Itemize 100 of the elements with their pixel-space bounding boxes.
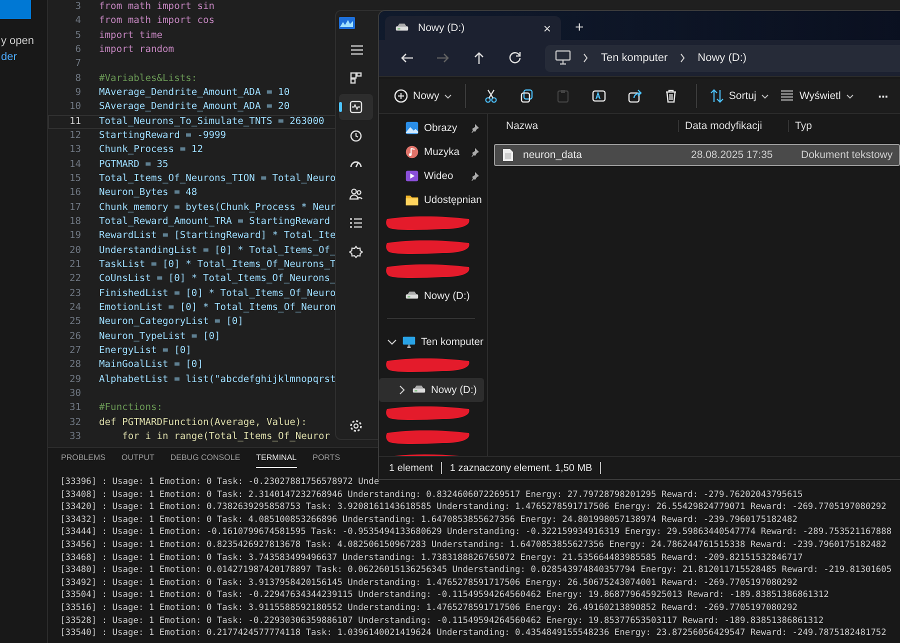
more-options-button[interactable]: ···	[866, 82, 900, 110]
line-number: 33	[68, 430, 81, 444]
column-header[interactable]: Nazwa	[488, 120, 678, 132]
nav-pane-item[interactable]: Nowy (D:)	[379, 284, 484, 308]
line-number: 23	[68, 286, 81, 301]
clipboard-icon	[556, 89, 570, 103]
new-tab-button[interactable]: +	[575, 19, 584, 40]
code-line: from math import sin	[99, 0, 215, 14]
terminal-line: [33468] : Usage: 1 Emotion: 0 Task: 3.743583499496637 Understanding: 1.7383188826765072 Energy: 21.535664483985585 Reward: -209.82151532846717	[60, 552, 803, 564]
line-number: 26	[68, 330, 81, 344]
nav-pane-item[interactable]: Ten komputer	[379, 330, 484, 354]
line-number: 13	[68, 143, 81, 158]
lines-icon	[780, 89, 794, 103]
column-header[interactable]: Data modyfikacji	[678, 120, 788, 132]
pin-icon	[470, 123, 480, 133]
code-line: #Variables&Lists:	[99, 72, 198, 86]
performance-chart-icon	[349, 100, 363, 114]
terminal-line: [33456] : Usage: 1 Emotion: 0.8235426927813678 Task: 4.082506150967283 Understanding: 1.6470853855627356 Energy: 24.786244761515338 Reward: -239.7960175182482	[60, 538, 886, 552]
settings-icon	[349, 419, 363, 433]
nav-pane-item[interactable]: Muzyka	[379, 140, 484, 164]
code-line: Chunk_Process = 12	[99, 143, 203, 158]
address-bar[interactable]: Ten komputer Nowy (D:)	[545, 44, 900, 72]
window-tab[interactable]: Nowy (D:) ×	[385, 16, 561, 40]
sort-menu-button[interactable]: Sortuj	[705, 82, 774, 110]
code-line: TaskList = [0] * Total_Items_Of_Neurons_T	[99, 258, 336, 272]
plus-circle-icon	[394, 89, 408, 103]
file-type: Dokument tekstowy	[801, 149, 893, 161]
code-line: Neuron_TypeList = [0]	[99, 330, 220, 344]
new-menu-button[interactable]: Nowy	[389, 82, 458, 110]
panel-tab[interactable]: OUTPUT	[121, 453, 154, 467]
history-icon	[349, 129, 363, 143]
sidebar-link[interactable]: der	[1, 51, 17, 63]
modified-date: 28.08.2025 17:35	[691, 149, 773, 161]
breadcrumb-item[interactable]: Ten komputer	[601, 52, 668, 64]
nav-pane-item[interactable]: Nowy (D:)	[379, 378, 484, 402]
close-tab-button[interactable]: ×	[543, 20, 551, 36]
terminal-line: [33492] : Usage: 1 Emotion: 0 Task: 3.9137958420156145 Understanding: 1.4765278591717506 Energy: 26.50675243074001 Reward: -269.7705197080292	[60, 576, 798, 590]
code-line: MAverage_Dendrite_Amount_ADA = 10	[99, 86, 290, 100]
status-text: 1 zaznaczony element. 1,50 MB	[450, 462, 592, 474]
code-line: MainGoalList = [0]	[99, 358, 203, 372]
breadcrumb-item[interactable]: Nowy (D:)	[698, 52, 747, 64]
line-number: 28	[68, 358, 81, 372]
line-number: 10	[68, 100, 81, 114]
code-line: RewardList = [StartingReward] * Total_Ite	[99, 229, 336, 244]
code-line: FinishedList = [0] * Total_Items_Of_Neuro	[99, 286, 336, 301]
list-icon	[349, 216, 363, 230]
sort-arrows-icon	[710, 89, 724, 103]
code-line: import random	[99, 42, 174, 57]
line-number: 24	[68, 300, 81, 315]
menu-icon	[351, 45, 363, 55]
dashboard-icon	[349, 71, 363, 85]
terminal-line: [33540] : Usage: 1 Emotion: 0.2177424577774118 Task: 1.0396140021419624 Understanding: 0.4354849155548236 Energy: 23.87256056429547 Reward: -249.7875182481752	[60, 627, 886, 640]
code-line: def PGTMARDFunction(Average, Value):	[99, 416, 307, 430]
code-line: for i in range(Total_Items_Of_Neuror	[121, 430, 330, 444]
column-header[interactable]: Typ	[788, 120, 900, 132]
forward-arrow-icon	[436, 51, 450, 65]
line-number: 22	[68, 272, 81, 286]
users-icon	[349, 187, 363, 201]
share-icon	[628, 89, 642, 103]
rename-icon	[592, 89, 606, 103]
code-line: CoUnsList = [0] * Total_Items_Of_Neurons_	[99, 272, 336, 286]
code-line: import time	[99, 28, 163, 43]
code-line: SAverage_Dendrite_Amount_ADA = 20	[99, 100, 290, 114]
line-number: 27	[68, 344, 81, 358]
line-number: 25	[68, 315, 81, 330]
line-number: 3	[74, 0, 81, 14]
terminal-line: [33408] : Usage: 1 Emotion: 0 Task: 2.3140147232768946 Understanding: 0.8324606072269517 Energy: 27.79728798201295 Reward: -279.76202043795615	[60, 488, 803, 502]
nav-pane-item[interactable]: Wideo	[379, 164, 484, 188]
code-line: AlphabetList = list("abcdefghijklmnopqrst	[99, 372, 336, 387]
file-row[interactable]: neuron_data 28.08.2025 17:35 Dokument tekstowy	[494, 144, 900, 166]
code-line: PGTMARD = 35	[99, 158, 168, 172]
nav-item[interactable]	[339, 94, 373, 120]
line-number: 5	[74, 28, 81, 43]
panel-tab[interactable]: DEBUG CONSOLE	[170, 453, 240, 467]
line-number: 9	[74, 86, 81, 100]
nav-pane-item[interactable]: Udostępnian	[379, 188, 484, 212]
code-line: Total_Items_Of_Neurons_TION = Total_Neuro	[99, 172, 336, 186]
monitor-icon	[555, 50, 571, 66]
terminal-line: [33420] : Usage: 1 Emotion: 0.7382639295858753 Task: 3.9208161143618585 Understanding: 1.4765278591717506 Energy: 26.55429824779071 Reward: -269.7705197080292	[60, 501, 886, 514]
nav-pane-item[interactable]: Obrazy	[379, 116, 484, 140]
panel-tab[interactable]: TERMINAL	[256, 453, 297, 468]
caret-icon	[444, 94, 452, 98]
music-note-icon	[405, 145, 419, 159]
view-menu-button[interactable]: Wyświetl	[776, 82, 858, 110]
line-number: 31	[68, 401, 81, 416]
line-number: 15	[68, 172, 81, 186]
code-line: Total_Neurons_To_Simulate_TNTS = 263000	[99, 114, 324, 129]
line-number: 14	[68, 158, 81, 172]
line-number: 21	[68, 258, 81, 272]
line-number: 7	[74, 57, 81, 72]
code-line: Total_Reward_Amount_TRA = StartingReward	[99, 214, 330, 229]
chart-logo-icon	[339, 17, 355, 29]
chevron-right-icon	[583, 53, 589, 63]
pin-icon	[470, 147, 480, 157]
panel-tab[interactable]: PORTS	[312, 453, 340, 467]
code-line: EnergyList = [0]	[99, 344, 192, 358]
line-number: 11	[68, 114, 81, 129]
panel-tab[interactable]: PROBLEMS	[61, 453, 106, 467]
copy-icon	[520, 89, 534, 103]
line-number: 6	[74, 42, 81, 57]
